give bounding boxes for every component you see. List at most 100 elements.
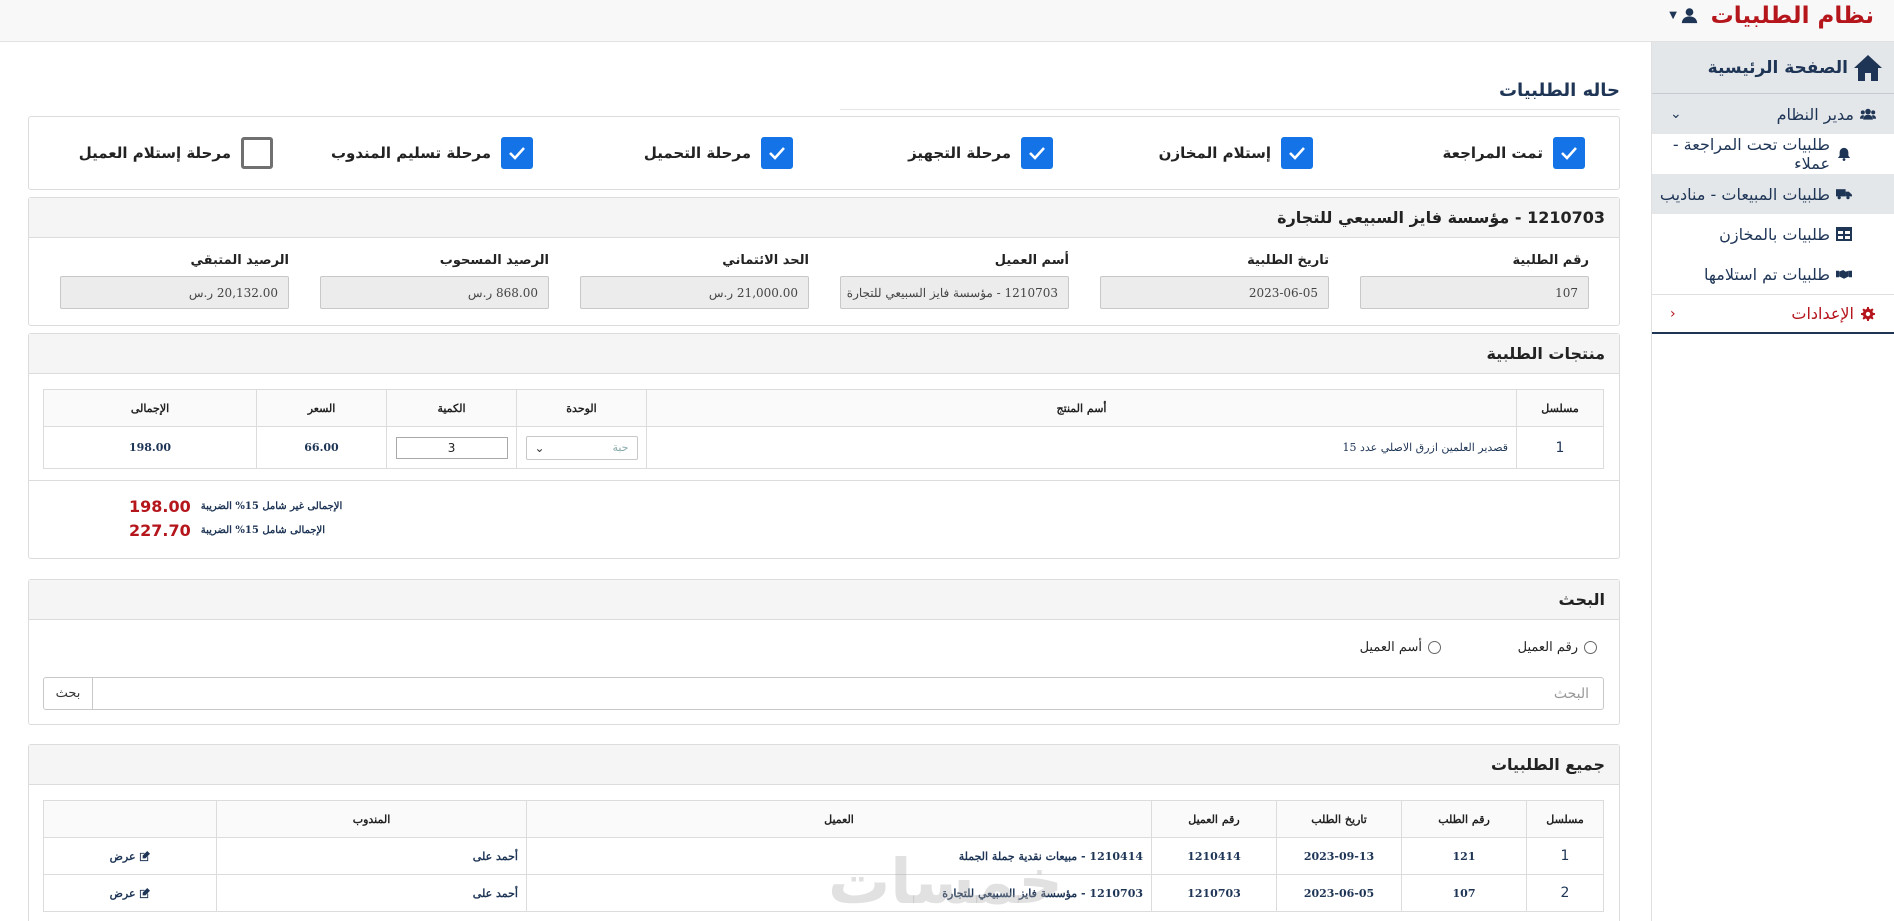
checkbox-checked[interactable] [1553, 137, 1585, 169]
quantity-input[interactable]: 3 [395, 436, 508, 459]
sidebar-item-label: طلبيات بالمخازن [1719, 224, 1830, 244]
field-label: تاريخ الطلبية [1247, 253, 1329, 268]
sidebar-item-review-orders[interactable]: طلبيات تحت المراجعة - عملاء [1652, 134, 1894, 174]
rep-cell: أحمد على [216, 874, 527, 912]
table-row[interactable]: 2 107 2023-06-05 1210703 1210703 - مؤسسة… [43, 874, 1604, 912]
order-no-input[interactable]: 107 [1360, 276, 1589, 309]
rep-cell: أحمد على [216, 837, 527, 875]
field-order-date: تاريخ الطلبية 2023-06-05 [1100, 253, 1329, 309]
order-date-input[interactable]: 2023-06-05 [1100, 276, 1329, 309]
column-header: مسلسل [1526, 800, 1604, 838]
divider [840, 109, 1620, 110]
column-header: رقم الطلب [1401, 800, 1527, 838]
column-header: الوحدة [516, 389, 647, 427]
sidebar-item-sales-orders[interactable]: طلبيات المبيعات - مناديب [1652, 174, 1894, 214]
stage-label: مرحلة التجهيز [908, 144, 1011, 162]
chevron-down-icon: ▼ [1669, 10, 1677, 21]
top-bar: نظام الطلبيات ▼ [0, 0, 1894, 42]
checkbox-checked[interactable] [501, 137, 533, 169]
column-header: تاريخ الطلب [1276, 800, 1402, 838]
column-header: رقم العميل [1151, 800, 1277, 838]
chevron-left-icon: ‹ [1670, 305, 1676, 322]
checkbox-checked[interactable] [1021, 137, 1053, 169]
column-header: المندوب [216, 800, 527, 838]
withdrawn-balance-input[interactable]: 868.00 ر.س [320, 276, 549, 309]
panel-title: جميع الطلبيات [29, 745, 1619, 785]
sidebar-item-warehouse-orders[interactable]: طلبيات بالمخازن [1652, 214, 1894, 254]
sidebar-item-admin[interactable]: مدير النظام ⌄ [1652, 94, 1894, 134]
table-row: 1 قصدير العلمين ازرق الاصلي عدد 15 حبة ⌄… [43, 426, 1604, 469]
home-icon [1854, 54, 1882, 81]
sidebar-item-home[interactable]: الصفحة الرئيسية [1652, 42, 1894, 94]
search-button[interactable]: بحث [44, 678, 93, 709]
stage-reviewed[interactable]: تمت المراجعة [1443, 137, 1585, 169]
handshake-icon [1836, 267, 1852, 281]
credit-limit-input[interactable]: 21,000.00 ر.س [580, 276, 809, 309]
price-cell: 66.00 [256, 426, 387, 469]
users-icon [1860, 107, 1876, 121]
checkbox-checked[interactable] [1281, 137, 1313, 169]
column-header [43, 800, 217, 838]
stage-label: إستلام المخازن [1158, 144, 1271, 162]
view-link[interactable]: عرض [110, 887, 136, 900]
radio-button[interactable] [1428, 641, 1441, 654]
order-info-panel: 1210703 - مؤسسة فايز السبيعي للتجارة رقم… [28, 197, 1620, 326]
table-header-row: مسلسل أسم المنتج الوحدة الكمية السعر الإ… [43, 389, 1604, 427]
customer-name-input[interactable]: 1210703 - مؤسسة فايز السبيعي للتجارة [840, 276, 1069, 309]
total-cell: 198.00 [43, 426, 257, 469]
stage-preparation[interactable]: مرحلة التجهيز [908, 137, 1053, 169]
field-remaining-balance: الرصيد المتبقي 20,132.00 ر.س [60, 253, 289, 309]
total-excl-tax: الإجمالى غير شامل 15% الضريبة 198.00 [129, 497, 342, 516]
stage-customer-receipt[interactable]: مرحلة إستلام العميل [79, 137, 273, 169]
truck-icon [1836, 187, 1852, 201]
order-date-cell: 2023-06-05 [1276, 874, 1402, 912]
radio-button[interactable] [1584, 641, 1597, 654]
stage-loading[interactable]: مرحلة التحميل [644, 137, 793, 169]
stage-label: مرحلة إستلام العميل [78, 144, 231, 162]
stage-label: تمت المراجعة [1442, 144, 1543, 162]
column-header: الإجمالى [43, 389, 257, 427]
unit-cell: حبة ⌄ [516, 426, 647, 469]
edit-icon [140, 888, 151, 899]
stage-warehouse-receipt[interactable]: إستلام المخازن [1159, 137, 1313, 169]
product-name-cell: قصدير العلمين ازرق الاصلي عدد 15 [646, 426, 1517, 469]
stage-rep-delivery[interactable]: مرحلة تسليم المندوب [331, 137, 533, 169]
order-products-panel: منتجات الطلبية مسلسل أسم المنتج الوحدة ا… [28, 333, 1620, 559]
user-menu[interactable]: ▼ [1669, 7, 1698, 24]
total-incl-label: الإجمالى شامل 15% الضريبة [200, 525, 326, 536]
sidebar-item-label: طلبيات المبيعات - مناديب [1659, 184, 1830, 204]
page-title: حاله الطلبيات [1498, 80, 1620, 101]
field-label: أسم العميل [994, 253, 1069, 268]
search-bar: البحث بحث [43, 677, 1604, 710]
view-link[interactable]: عرض [110, 850, 136, 863]
field-label: الحد الائتماني [722, 253, 809, 268]
radio-customer-no[interactable]: رقم العميل [1518, 640, 1597, 655]
field-withdrawn-balance: الرصيد المسحوب 868.00 ر.س [320, 253, 549, 309]
gear-icon [1860, 306, 1876, 321]
sidebar-item-label: الإعدادات [1791, 304, 1854, 323]
total-incl-tax: الإجمالى شامل 15% الضريبة 227.70 [129, 521, 325, 540]
checkbox-checked[interactable] [761, 137, 793, 169]
sidebar-item-settings[interactable]: الإعدادات ‹ [1652, 294, 1894, 334]
order-no-cell: 121 [1401, 837, 1527, 875]
table-row[interactable]: 1 121 2023-09-13 1210414 1210414 - مبيعا… [43, 837, 1604, 875]
checkbox-unchecked[interactable] [241, 137, 273, 169]
watermark-logo: خمسات [828, 845, 1063, 918]
column-header: العميل [526, 800, 1152, 838]
unit-select[interactable]: حبة ⌄ [525, 435, 638, 460]
view-action[interactable]: عرض [43, 874, 217, 912]
column-header: الكمية [386, 389, 517, 427]
qty-cell: 3 [386, 426, 517, 469]
sidebar-item-received-orders[interactable]: طلبيات تم استلامها [1652, 254, 1894, 294]
all-orders-panel: جميع الطلبيات مسلسل رقم الطلب تاريخ الطل… [28, 744, 1620, 921]
radio-customer-name[interactable]: أسم العميل [1360, 640, 1441, 655]
total-excl-value: 198.00 [129, 497, 191, 516]
view-action[interactable]: عرض [43, 837, 217, 875]
column-header: أسم المنتج [646, 389, 1517, 427]
order-header: 1210703 - مؤسسة فايز السبيعي للتجارة [29, 198, 1619, 238]
search-input[interactable]: البحث [93, 678, 1603, 709]
remaining-balance-input[interactable]: 20,132.00 ر.س [60, 276, 289, 309]
field-order-no: رقم الطلبية 107 [1360, 253, 1589, 309]
stage-label: مرحلة تسليم المندوب [330, 144, 491, 162]
sidebar-item-label: طلبيات تم استلامها [1704, 264, 1830, 284]
